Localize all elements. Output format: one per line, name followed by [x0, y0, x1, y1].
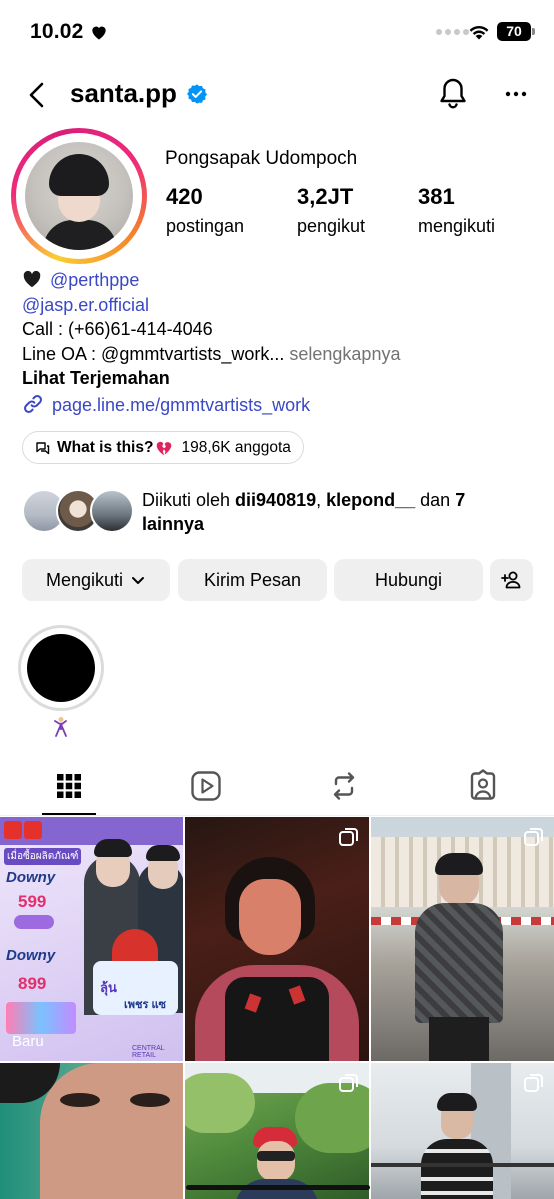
following-button-label: Mengikuti — [45, 569, 124, 590]
promo-store: CENTRAL RETAIL — [132, 1045, 165, 1059]
message-button-label: Kirim Pesan — [203, 569, 302, 590]
channel-member-count: 198,6K anggota — [181, 438, 291, 456]
mutual-followers-avatars[interactable] — [22, 489, 134, 533]
avatar-frame — [16, 133, 142, 259]
followed-by-user-1: dii940819 — [235, 490, 317, 510]
stat-posts[interactable]: 420 postingan — [166, 184, 244, 237]
following-button[interactable]: Mengikuti — [22, 559, 170, 601]
carousel-icon — [524, 1074, 543, 1092]
profile-bio: @perthppe @jasp.er.official Call : (+66)… — [22, 268, 542, 417]
channel-name: What is this? — [57, 438, 154, 456]
promo-prize: ลุ้น — [100, 980, 117, 995]
broadcast-channel-pill[interactable]: What is this? 198,6K anggota — [22, 431, 304, 464]
home-indicator[interactable] — [186, 1185, 370, 1190]
promo-price-1: 599 — [18, 892, 47, 911]
heart-icon — [92, 26, 106, 40]
new-label: Baru — [12, 1033, 44, 1050]
wifi-icon — [469, 25, 489, 40]
add-person-icon — [500, 571, 520, 589]
tagged-tab-icon[interactable] — [463, 766, 503, 806]
bio-line-oa: Line OA : @gmmtvartists_work... selengka… — [22, 342, 542, 367]
post-thumbnail[interactable] — [371, 817, 554, 1061]
carousel-icon — [524, 828, 543, 846]
avatar — [25, 142, 133, 250]
reels-tab-icon[interactable] — [186, 766, 226, 806]
carousel-icon — [339, 1074, 358, 1092]
posts-grid: เมื่อซื้อผลิตภัณฑ์ Downy 599 Downy 899 ล… — [0, 817, 554, 1199]
status-time: 10.02 — [30, 20, 84, 43]
bio-call: Call : (+66)61-414-4046 — [22, 319, 213, 339]
promo-top-text: เมื่อซื้อผลิตภัณฑ์ — [4, 848, 82, 865]
bio-link-text: page.line.me/gmmtvartists_work — [52, 394, 311, 415]
bio-external-link[interactable]: page.line.me/gmmtvartists_work — [22, 393, 542, 418]
battery-tip — [532, 28, 535, 35]
stat-following-label: mengikuti — [418, 216, 496, 236]
verified-badge-icon — [187, 84, 207, 104]
status-bar: 10.02 70 — [0, 0, 554, 64]
promo-badge: เพชร แซ — [124, 999, 166, 1011]
contact-button[interactable]: Hubungi — [334, 559, 483, 601]
notification-bell-icon[interactable] — [437, 76, 469, 112]
followed-by-separator: , — [316, 490, 327, 510]
black-heart-icon — [23, 270, 41, 288]
bio-mention-jasper[interactable]: @jasp.er.official — [22, 293, 542, 318]
post-thumbnail[interactable] — [185, 1063, 369, 1199]
stat-followers-count: 3,2JT — [297, 184, 354, 209]
broken-heart-icon — [157, 441, 172, 455]
cellular-signal-icon — [436, 29, 469, 35]
followed-by-prefix: Diikuti oleh — [142, 490, 236, 510]
post-thumbnail[interactable]: เมื่อซื้อผลิตภัณฑ์ Downy 599 Downy 899 ล… — [0, 817, 183, 1061]
promo-price-2: 899 — [18, 974, 47, 993]
tab-divider — [0, 815, 554, 816]
story-highlight-cover — [27, 634, 95, 702]
followed-by-user-2: klepond__ — [326, 490, 416, 510]
profile-username: santa.pp — [70, 78, 177, 108]
profile-header: santa.pp — [0, 70, 554, 120]
promo-brand-2: Downy — [6, 947, 56, 964]
profile-avatar-story-ring[interactable] — [11, 128, 147, 264]
contact-button-label: Hubungi — [374, 569, 443, 590]
carousel-icon — [339, 828, 358, 846]
posts-grid-tab-icon[interactable] — [49, 766, 89, 806]
bio-line-1: @perthppe — [22, 268, 542, 293]
bio-line-oa-text: Line OA : @gmmtvartists_work... — [22, 343, 285, 364]
post-thumbnail[interactable] — [185, 817, 369, 1061]
dancer-emoji-icon — [54, 717, 67, 737]
stat-following[interactable]: 381 mengikuti — [418, 184, 495, 237]
bio-mention-perthppe[interactable]: @perthppe — [50, 270, 139, 290]
suggested-people-button[interactable] — [490, 559, 533, 601]
story-highlight[interactable] — [18, 625, 104, 711]
promo-brand: Downy — [6, 869, 56, 886]
active-tab-indicator — [42, 813, 96, 815]
post-thumbnail[interactable] — [371, 1063, 554, 1199]
profile-full-name: Pongsapak Udompoch — [165, 148, 358, 169]
battery-indicator: 70 — [497, 22, 531, 41]
reposts-tab-icon[interactable] — [324, 766, 364, 806]
stat-followers-label: pengikut — [297, 216, 366, 236]
stat-following-count: 381 — [418, 184, 455, 209]
followed-by-and: dan — [415, 490, 456, 510]
stat-posts-count: 420 — [166, 184, 203, 209]
link-icon — [24, 394, 42, 413]
see-translation-link[interactable]: Lihat Terjemahan — [22, 366, 542, 391]
back-icon[interactable] — [24, 78, 52, 112]
more-options-icon[interactable] — [500, 80, 532, 108]
chat-bubbles-icon — [36, 441, 50, 454]
followed-by-text[interactable]: Diikuti oleh dii940819, klepond__ dan 7 … — [142, 488, 532, 536]
avatar — [90, 489, 134, 533]
stat-followers[interactable]: 3,2JT pengikut — [297, 184, 365, 237]
bio-more-link[interactable]: selengkapnya — [289, 344, 400, 364]
stat-posts-label: postingan — [166, 216, 245, 236]
chevron-down-icon — [132, 577, 145, 584]
post-thumbnail[interactable] — [0, 1063, 183, 1199]
message-button[interactable]: Kirim Pesan — [178, 559, 327, 601]
